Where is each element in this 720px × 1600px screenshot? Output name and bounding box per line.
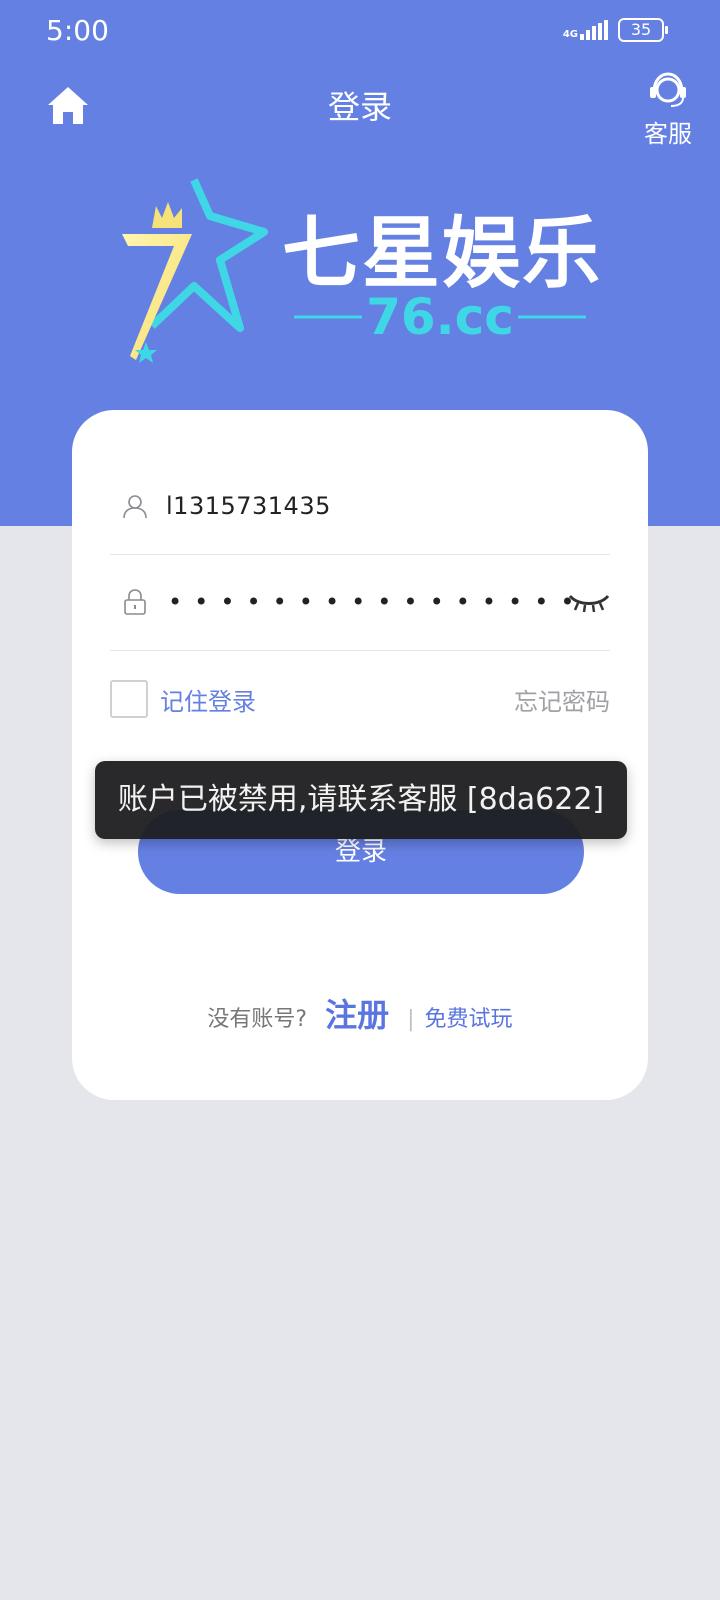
status-time: 5:00 xyxy=(46,14,109,47)
remember-label: 记住登录 xyxy=(160,687,256,716)
network-indicator: 4G xyxy=(563,20,608,40)
register-links: 没有账号? 注册 | 免费试玩 xyxy=(72,990,648,1036)
logo-domain: 76.cc xyxy=(366,288,514,346)
link-separator: | xyxy=(407,1007,415,1032)
status-icons: 4G 35 xyxy=(563,18,668,42)
no-account-text: 没有账号? xyxy=(207,1007,308,1032)
free-trial-link[interactable]: 免费试玩 xyxy=(425,1001,513,1033)
customer-service-button[interactable]: 客服 xyxy=(638,70,698,149)
forgot-password-link[interactable]: 忘记密码 xyxy=(514,682,610,717)
password-field[interactable]: •••••••••••••••• xyxy=(110,554,610,651)
customer-service-label: 客服 xyxy=(644,120,692,148)
network-label: 4G xyxy=(562,29,578,40)
brand-logo: 七星娱乐 76.cc xyxy=(112,176,612,366)
error-toast: 账户已被禁用,请联系客服 [8da622] xyxy=(95,761,627,839)
lock-icon xyxy=(124,589,146,615)
password-input[interactable]: •••••••••••••••• xyxy=(168,588,587,616)
battery-icon: 35 xyxy=(618,18,668,42)
eye-closed-icon[interactable] xyxy=(568,590,610,616)
username-field[interactable]: l1315731435 xyxy=(110,458,610,555)
user-icon xyxy=(123,495,147,519)
login-card: l1315731435 •••••••••••••••• 记住登录 忘记密码 登… xyxy=(72,410,648,1100)
remember-login[interactable]: 记住登录 xyxy=(110,680,256,718)
username-input[interactable]: l1315731435 xyxy=(166,492,331,520)
register-link[interactable]: 注册 xyxy=(325,990,389,1036)
headset-icon xyxy=(650,72,686,107)
remember-checkbox[interactable] xyxy=(110,680,148,718)
logo-brand-name: 七星娱乐 xyxy=(282,209,602,299)
page-title: 登录 xyxy=(327,88,392,126)
signal-icon xyxy=(580,20,608,40)
